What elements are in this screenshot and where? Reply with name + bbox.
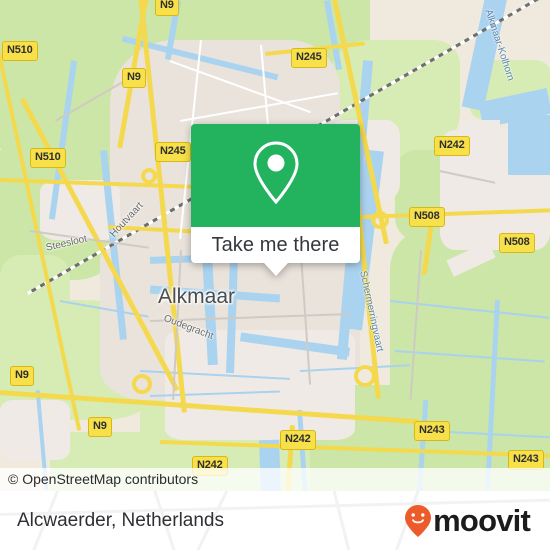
road-shield: N510	[30, 148, 66, 168]
location-title: Alcwaerder, Netherlands	[17, 509, 224, 531]
moovit-wordmark: moovit	[433, 503, 531, 538]
map-screenshot: Houtvaart Steesloot Oudegracht Schermerr…	[0, 0, 550, 550]
popup-label: Take me there	[211, 233, 340, 256]
road-shield: N242	[280, 430, 316, 450]
road-shield: N245	[155, 142, 191, 162]
take-me-there-popup[interactable]: Take me there	[191, 124, 360, 276]
moovit-pin-smiley-icon	[404, 504, 432, 538]
road-shield: N508	[409, 207, 445, 227]
road-shield: N9	[10, 366, 34, 386]
footer-bar: Alcwaerder, Netherlands moovit	[0, 491, 550, 550]
road-shield: N9	[122, 68, 146, 88]
road-shield: N242	[434, 136, 470, 156]
place-label-alkmaar: Alkmaar	[158, 285, 236, 308]
popup-action-panel[interactable]: Take me there	[191, 227, 360, 276]
road-shield: N9	[155, 0, 179, 16]
road-shield: N9	[88, 417, 112, 437]
map-pin-icon	[249, 140, 303, 211]
road-shield: N245	[291, 48, 327, 68]
map-roundabout	[141, 168, 157, 184]
road-shield: N243	[414, 421, 450, 441]
road-shield: N510	[2, 41, 38, 61]
map-industry-block	[495, 175, 550, 205]
moovit-logo[interactable]: moovit	[404, 503, 531, 538]
popup-icon-panel	[191, 124, 360, 227]
map-urban-area	[0, 400, 70, 460]
map-roundabout	[132, 374, 152, 394]
road-shield: N243	[508, 450, 544, 470]
popup-tail	[263, 263, 288, 276]
osm-attribution: © OpenStreetMap contributors	[0, 468, 550, 491]
map-roundabout	[371, 211, 389, 229]
map-roundabout	[354, 365, 376, 387]
road-shield: N508	[499, 233, 535, 253]
